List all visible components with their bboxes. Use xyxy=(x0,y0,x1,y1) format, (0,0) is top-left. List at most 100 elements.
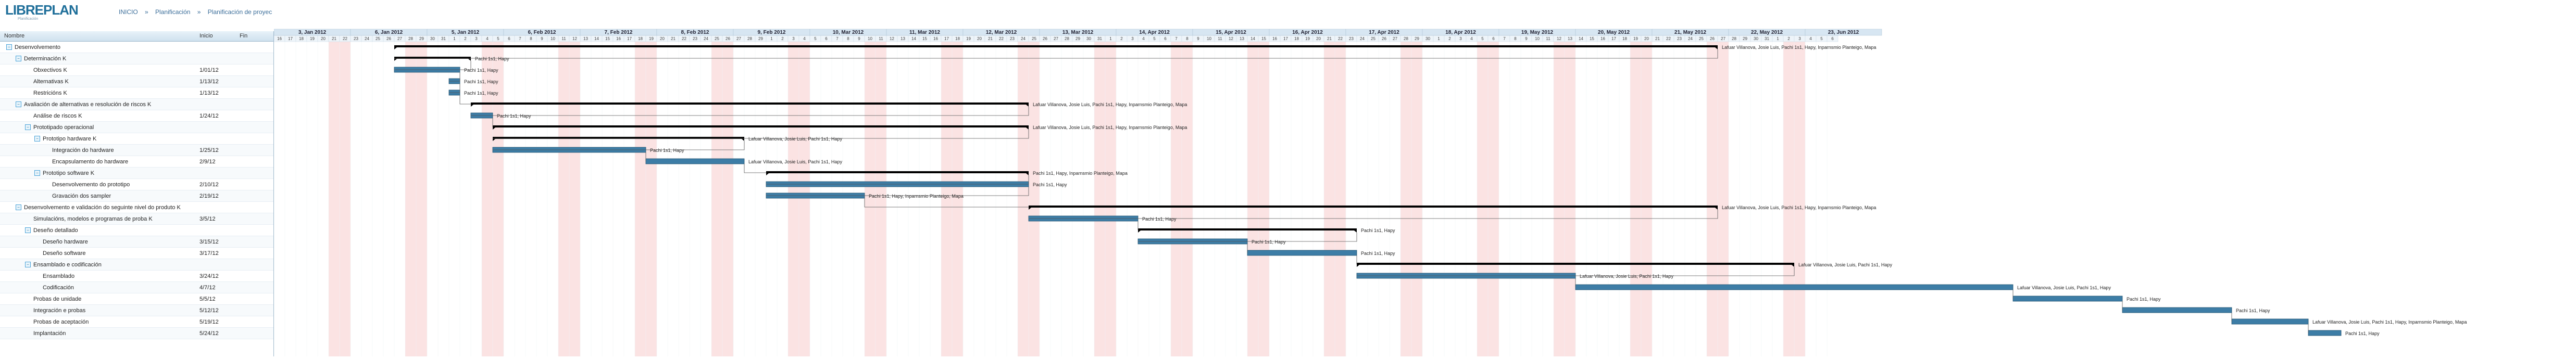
task-name[interactable]: Determinación K xyxy=(24,56,66,62)
task-name[interactable]: Implantación xyxy=(33,330,66,337)
task-name[interactable]: Gravación dos sampler xyxy=(52,193,111,199)
group-bar[interactable] xyxy=(471,102,1029,105)
task-start-date[interactable]: 1/01/12 xyxy=(199,67,219,73)
task-bar[interactable] xyxy=(1247,250,1357,256)
group-bar[interactable] xyxy=(394,45,1718,47)
task-row[interactable]: − Deseño detallado xyxy=(0,225,273,236)
task-row[interactable]: Desenvolvemento do prototipo 2/10/12 xyxy=(0,179,273,190)
task-start-date[interactable]: 2/19/12 xyxy=(199,193,219,199)
group-bar[interactable] xyxy=(1138,228,1357,230)
task-start-date[interactable]: 3/24/12 xyxy=(199,273,219,279)
task-row[interactable]: Simulacións, modelos e programas de prob… xyxy=(0,213,273,225)
task-start-date[interactable]: 3/17/12 xyxy=(199,250,219,257)
task-name[interactable]: Avaliación de alternativas e resolución … xyxy=(24,101,151,108)
task-row[interactable]: Gravación dos sampler 2/19/12 xyxy=(0,190,273,202)
task-start-date[interactable]: 3/5/12 xyxy=(199,216,216,222)
task-bar[interactable] xyxy=(2122,307,2232,313)
task-name[interactable]: Deseño software xyxy=(43,250,86,257)
task-row[interactable]: Deseño software 3/17/12 xyxy=(0,248,273,259)
task-name[interactable]: Desenvolvemento do prototipo xyxy=(52,182,130,188)
collapse-toggle-icon[interactable]: − xyxy=(34,170,40,176)
task-row[interactable]: Alternativas K 1/13/12 xyxy=(0,76,273,87)
task-bar[interactable] xyxy=(645,158,745,164)
task-name[interactable]: Obxectivos K xyxy=(33,67,67,73)
task-name[interactable]: Desenvolvemento e validación do seguinte… xyxy=(24,204,181,211)
task-bar[interactable] xyxy=(2012,296,2123,302)
task-name[interactable]: Integración e probas xyxy=(33,307,85,314)
task-start-date[interactable]: 1/25/12 xyxy=(199,147,219,153)
day-label: 16 xyxy=(933,36,938,41)
group-bar[interactable] xyxy=(1029,206,1718,208)
task-row[interactable]: Integración e probas 5/12/12 xyxy=(0,305,273,316)
task-name[interactable]: Encapsulamento do hardware xyxy=(52,159,128,165)
task-name[interactable]: Integración do hardware xyxy=(52,147,114,153)
breadcrumb-planning[interactable]: Planificación xyxy=(155,8,190,16)
task-row[interactable]: − Prototipo software K xyxy=(0,168,273,179)
breadcrumb-project[interactable]: Planificación de proyec xyxy=(208,8,272,16)
task-row[interactable]: Probas de unidade 5/5/12 xyxy=(0,293,273,305)
task-start-date[interactable]: 1/13/12 xyxy=(199,90,219,96)
task-bar[interactable] xyxy=(2308,330,2342,336)
task-start-date[interactable]: 5/19/12 xyxy=(199,319,219,325)
task-bar[interactable] xyxy=(1575,284,2014,290)
breadcrumb-start[interactable]: INICIO xyxy=(119,8,138,16)
task-name[interactable]: Ensamblado xyxy=(43,273,74,279)
task-row[interactable]: − Prototipo hardware K xyxy=(0,133,273,145)
task-row[interactable]: Probas de aceptación 5/19/12 xyxy=(0,316,273,328)
task-row[interactable]: Análise de riscos K 1/24/12 xyxy=(0,110,273,122)
task-row[interactable]: − Prototipado operacional xyxy=(0,122,273,133)
task-row[interactable]: − Determinación K xyxy=(0,53,273,65)
task-start-date[interactable]: 5/12/12 xyxy=(199,307,219,314)
task-row[interactable]: − Desenvolvemento xyxy=(0,42,273,53)
group-bar[interactable] xyxy=(493,125,1029,127)
task-name[interactable]: Probas de aceptación xyxy=(33,319,89,325)
collapse-toggle-icon[interactable]: − xyxy=(25,262,31,267)
task-name[interactable]: Probas de unidade xyxy=(33,296,81,302)
task-row[interactable]: Encapsulamento do hardware 2/9/12 xyxy=(0,156,273,168)
task-start-date[interactable]: 1/24/12 xyxy=(199,113,219,119)
task-row[interactable]: Obxectivos K 1/01/12 xyxy=(0,65,273,76)
task-row[interactable]: − Desenvolvemento e validación do seguint… xyxy=(0,202,273,213)
task-name[interactable]: Ensamblado e codificación xyxy=(33,262,102,268)
task-name[interactable]: Prototipo hardware K xyxy=(43,136,96,142)
task-row[interactable]: Ensamblado 3/24/12 xyxy=(0,271,273,282)
task-name[interactable]: Prototipado operacional xyxy=(33,124,94,131)
task-row[interactable]: − Avaliación de alternativas e resolución… xyxy=(0,99,273,110)
task-row[interactable]: Codificación 4/7/12 xyxy=(0,282,273,293)
column-header-name[interactable]: Nombre xyxy=(4,33,24,39)
task-row[interactable]: Deseño hardware 3/15/12 xyxy=(0,236,273,248)
task-start-date[interactable]: 4/7/12 xyxy=(199,285,216,291)
task-row[interactable]: Implantación 5/24/12 xyxy=(0,328,273,339)
collapse-toggle-icon[interactable]: − xyxy=(34,136,40,142)
group-bar[interactable] xyxy=(1357,263,1794,265)
task-name[interactable]: Codificación xyxy=(43,285,74,291)
task-name[interactable]: Restricións K xyxy=(33,90,67,96)
collapse-toggle-icon[interactable]: − xyxy=(6,44,12,50)
task-row[interactable]: − Ensamblado e codificación xyxy=(0,259,273,271)
collapse-toggle-icon[interactable]: − xyxy=(16,204,21,210)
column-header-end[interactable]: Fin xyxy=(240,33,247,39)
collapse-toggle-icon[interactable]: − xyxy=(25,227,31,233)
collapse-toggle-icon[interactable]: − xyxy=(16,101,21,107)
task-start-date[interactable]: 5/24/12 xyxy=(199,330,219,337)
task-start-date[interactable]: 2/9/12 xyxy=(199,159,216,165)
weekend-column xyxy=(1718,35,1729,356)
collapse-toggle-icon[interactable]: − xyxy=(25,124,31,130)
task-row[interactable]: Integración do hardware 1/25/12 xyxy=(0,145,273,156)
task-name[interactable]: Prototipo software K xyxy=(43,170,94,176)
task-name[interactable]: Simulacións, modelos e programas de prob… xyxy=(33,216,153,222)
task-bar[interactable] xyxy=(2231,318,2309,325)
task-name[interactable]: Análise de riscos K xyxy=(33,113,82,119)
task-name[interactable]: Deseño hardware xyxy=(43,239,88,245)
task-start-date[interactable]: 5/5/12 xyxy=(199,296,216,302)
task-start-date[interactable]: 1/13/12 xyxy=(199,79,219,85)
task-name[interactable]: Alternativas K xyxy=(33,79,69,85)
column-header-start[interactable]: Inicio xyxy=(199,33,213,39)
group-bar[interactable] xyxy=(766,171,1029,173)
task-start-date[interactable]: 3/15/12 xyxy=(199,239,219,245)
task-name[interactable]: Desenvolvemento xyxy=(15,44,60,50)
task-row[interactable]: Restricións K 1/13/12 xyxy=(0,87,273,99)
task-name[interactable]: Deseño detallado xyxy=(33,227,78,234)
collapse-toggle-icon[interactable]: − xyxy=(16,56,21,61)
task-start-date[interactable]: 2/10/12 xyxy=(199,182,219,188)
